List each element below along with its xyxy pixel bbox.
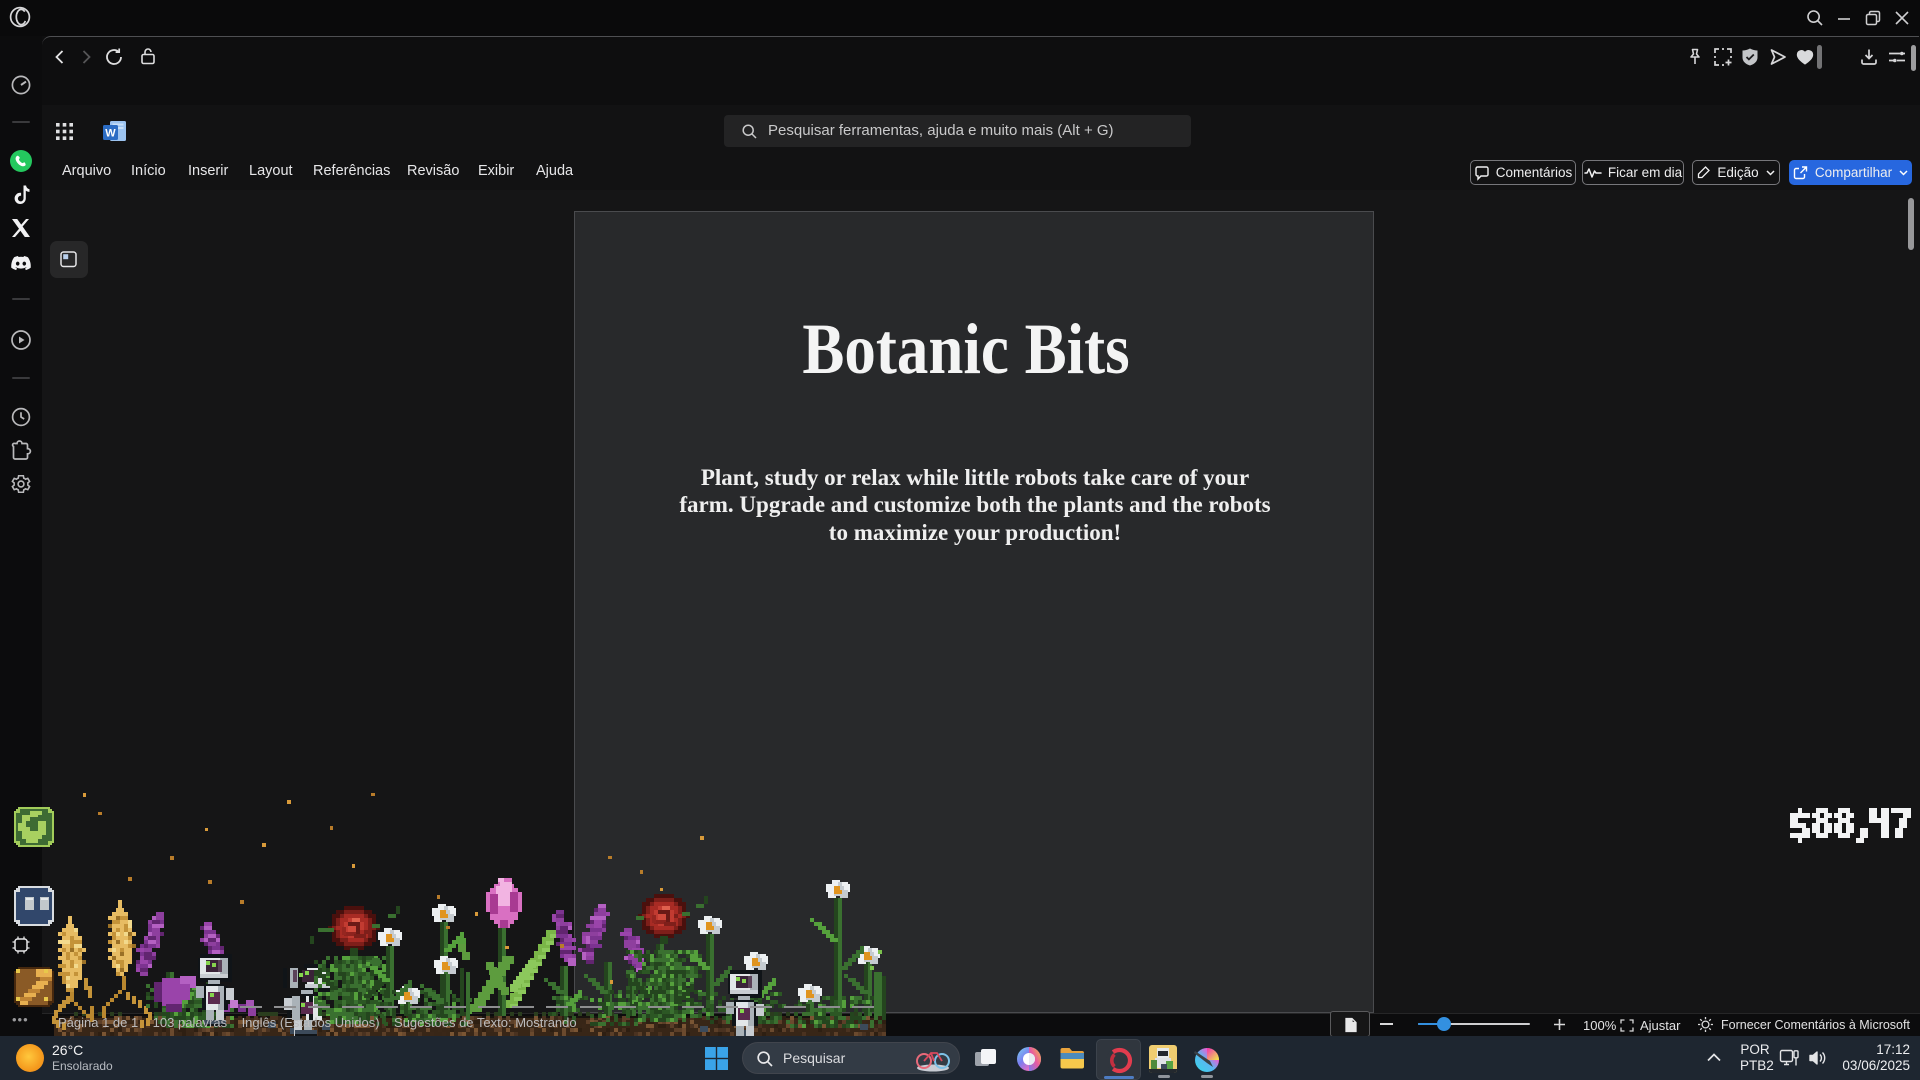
svg-text:W: W — [105, 128, 116, 140]
